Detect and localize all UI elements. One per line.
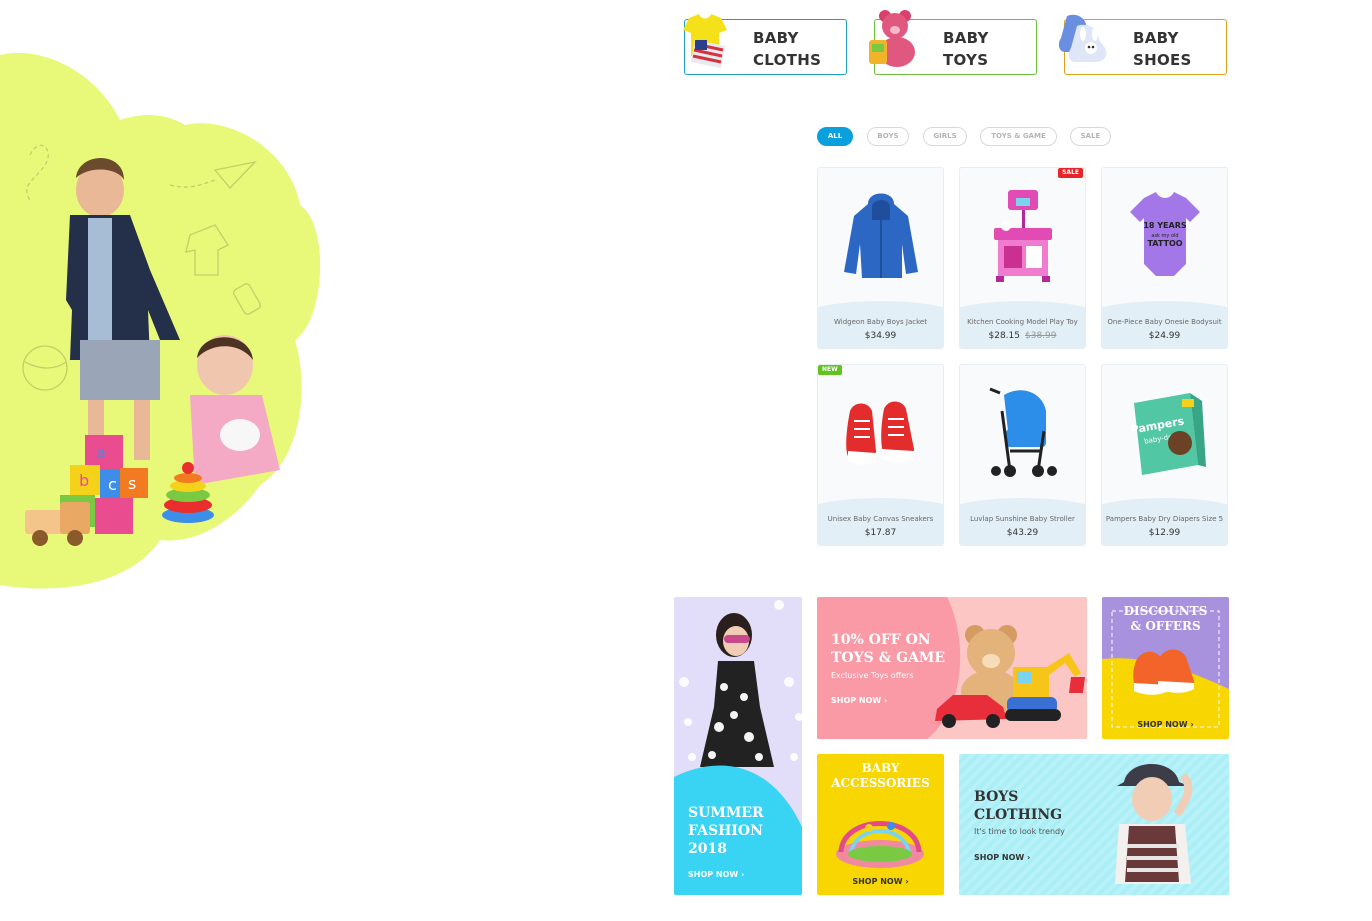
category-baby-toys[interactable]: BABY TOYS (869, 10, 1037, 75)
chevron-right-icon: › (741, 870, 745, 879)
filter-girls[interactable]: GIRLS (923, 127, 967, 146)
product-price: $12.99 (1148, 528, 1181, 538)
product-card[interactable]: NEW Unisex Baby Canvas Sneakers $17.87 (817, 364, 944, 546)
svg-text:s: s (128, 474, 136, 493)
baby-shirt-icon (683, 14, 727, 68)
filter-boys[interactable]: BOYS (867, 127, 909, 146)
product-name: Kitchen Cooking Model Play Toy (967, 318, 1078, 326)
chevron-right-icon: › (1027, 853, 1031, 862)
product-price: $28.15 $38.99 (988, 331, 1057, 341)
category-baby-cloths[interactable]: BABY CLOTHS (683, 14, 847, 75)
category-label: BABY SHOES (1133, 29, 1192, 69)
filter-toys-and-game[interactable]: TOYS & GAME (980, 127, 1057, 146)
svg-text:c: c (108, 475, 117, 494)
boy-in-hat-image (959, 754, 1229, 895)
product-card[interactable]: SALE Kitchen Cooking Model Play Toy $28.… (959, 167, 1086, 349)
banner-title: 10% OFF ON TOYS & GAME (831, 632, 946, 666)
svg-text:18 YEARS: 18 YEARS (1143, 221, 1187, 230)
banner-subtitle: It's time to look trendy (974, 827, 1065, 836)
banner-title: BABY ACCESSORIES (831, 761, 930, 790)
product-name: Unisex Baby Canvas Sneakers (827, 515, 934, 523)
baby-booties-icon (1058, 14, 1107, 62)
filter-sale[interactable]: SALE (1070, 127, 1111, 146)
svg-text:TATTOO: TATTOO (1147, 239, 1182, 248)
sale-badge: SALE (1058, 168, 1083, 178)
category-label: BABY TOYS (943, 29, 989, 69)
product-card[interactable]: Widgeon Baby Boys Jacket $34.99 (817, 167, 944, 349)
product-price: $34.99 (864, 331, 897, 341)
shop-now-link[interactable]: SHOP NOW › (831, 696, 887, 705)
product-price: $17.87 (864, 528, 897, 538)
toys-game-offer-banner[interactable]: 10% OFF ON TOYS & GAME Exclusive Toys off… (817, 597, 1087, 739)
discounts-offers-banner[interactable]: DISCOUNTS & OFFERS SHOP NOW › (1102, 597, 1229, 739)
product-price: $43.29 (1006, 528, 1039, 538)
chevron-right-icon: › (884, 696, 888, 705)
product-card[interactable]: Luvlap Sunshine Baby Stroller $43.29 (959, 364, 1086, 546)
diapers-icon: Pampers baby-dry (1130, 393, 1206, 475)
shop-now-link[interactable]: SHOP NOW › (974, 853, 1030, 862)
toys-image (817, 597, 1085, 739)
product-card[interactable]: 18 YEARS ask my old TATTOO One-Piece Bab… (1101, 167, 1228, 349)
product-card[interactable]: Pampers baby-dry Pampers Baby Dry Diaper… (1101, 364, 1228, 546)
jacket-icon (844, 193, 918, 278)
category-baby-shoes[interactable]: BABY SHOES (1058, 14, 1227, 75)
onesie-icon: 18 YEARS ask my old TATTOO (1130, 192, 1200, 276)
product-name: Pampers Baby Dry Diapers Size 5 (1105, 515, 1224, 523)
new-badge: NEW (818, 365, 842, 375)
baby-accessories-banner[interactable]: BABY ACCESSORIES SHOP NOW › (817, 754, 944, 895)
chevron-right-icon: › (1190, 720, 1194, 729)
svg-text:a: a (96, 443, 106, 462)
banner-title: SUMMER FASHION 2018 (688, 805, 764, 857)
teddy-bear-icon (869, 10, 915, 67)
banner-title: DISCOUNTS & OFFERS (1123, 604, 1208, 633)
banner-subtitle: Exclusive Toys offers (831, 671, 914, 680)
summer-fashion-banner[interactable]: SUMMER FASHION 2018 SHOP NOW › (674, 597, 802, 895)
product-name: Widgeon Baby Boys Jacket (834, 318, 927, 326)
toy-excavator-image (1005, 653, 1085, 721)
product-name: Luvlap Sunshine Baby Stroller (970, 515, 1075, 523)
svg-text:b: b (79, 471, 89, 490)
filter-all[interactable]: ALL (817, 127, 853, 146)
product-price: $24.99 (1148, 331, 1181, 341)
shop-now-link[interactable]: SHOP NOW › (688, 870, 744, 879)
shop-now-link[interactable]: SHOP NOW › (817, 877, 944, 886)
sneakers-icon (846, 401, 914, 465)
stroller-icon (989, 387, 1057, 477)
shop-now-link[interactable]: SHOP NOW › (1102, 720, 1229, 729)
boys-clothing-banner[interactable]: BOYS CLOTHING It's time to look trendy SH… (959, 754, 1229, 895)
product-name: One-Piece Baby Onesie Bodysuit (1107, 318, 1222, 326)
banner-title: BOYS CLOTHING (974, 789, 1063, 823)
old-price: $38.99 (1025, 331, 1057, 341)
hero-image: a b c s (0, 40, 330, 600)
kitchen-toy-icon (994, 190, 1052, 282)
chevron-right-icon: › (905, 877, 909, 886)
category-label: BABY CLOTHS (753, 29, 822, 69)
